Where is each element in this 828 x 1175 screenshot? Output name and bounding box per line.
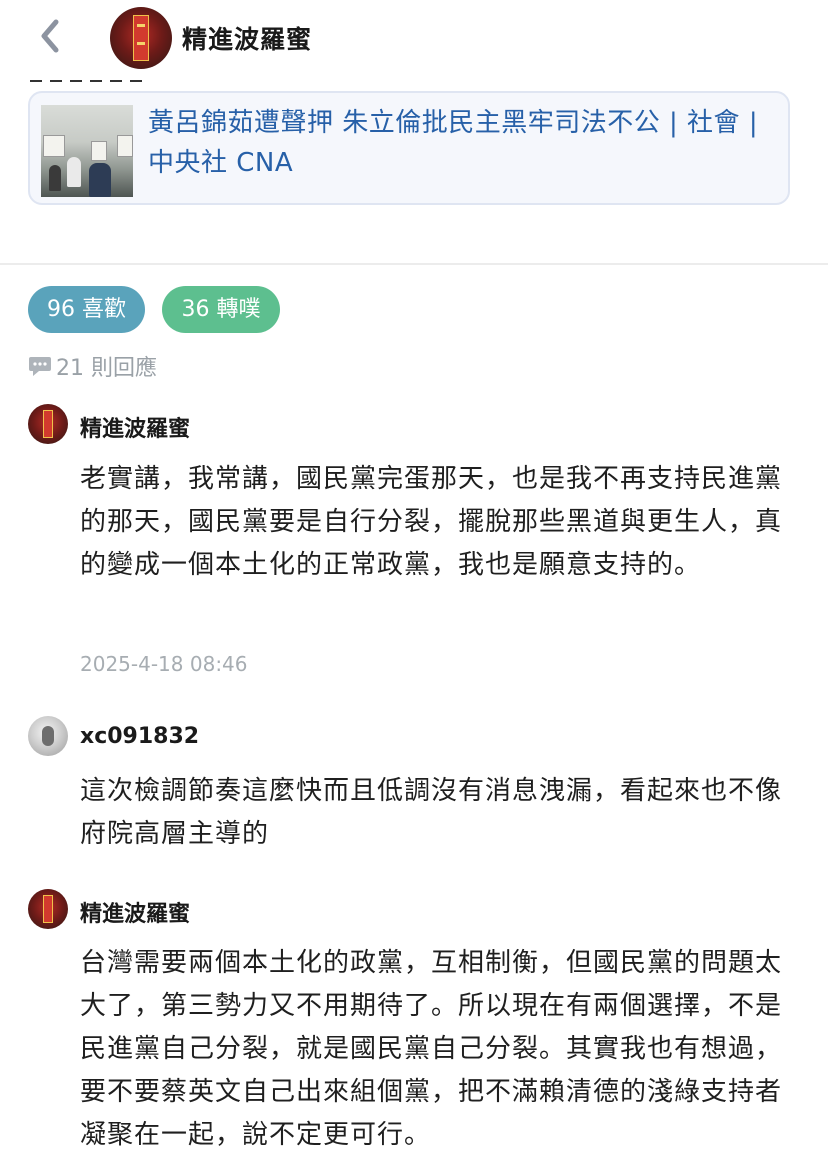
response-count[interactable]: 21 則回應: [28, 350, 157, 382]
speech-bubble-icon: [29, 357, 51, 376]
truncated-text-line: [30, 74, 160, 82]
comment-avatar[interactable]: [28, 716, 68, 756]
likes-button[interactable]: 96 喜歡: [28, 286, 145, 333]
chevron-left-icon: [41, 19, 59, 53]
response-count-label: 21 則回應: [56, 356, 157, 381]
replurks-button[interactable]: 36 轉噗: [162, 286, 280, 333]
link-preview-card[interactable]: 黃呂錦茹遭聲押 朱立倫批民主黑牢司法不公 | 社會 | 中央社 CNA: [28, 91, 790, 205]
avatar[interactable]: [110, 7, 172, 69]
comment-username[interactable]: xc091832: [80, 724, 199, 749]
comment-timestamp: 2025-4-18 08:46: [80, 652, 248, 676]
comment-text: 老實講，我常講，國民黨完蛋那天，也是我不再支持民進黨的那天，國民黨要是自行分裂，…: [80, 464, 783, 580]
top-bar: 精進波羅蜜: [0, 0, 828, 76]
comment-text: 台灣需要兩個本土化的政黨，互相制衡，但國民黨的問題太大了，第三勢力又不用期待了。…: [80, 948, 783, 1150]
divider: [0, 263, 828, 265]
comment-username[interactable]: 精進波羅蜜: [80, 896, 190, 928]
page-title: 精進波羅蜜: [182, 25, 313, 54]
comment-text: 這次檢調節奏這麼快而且低調沒有消息洩漏，看起來也不像府院高層主導的: [80, 776, 783, 849]
link-preview-image: [41, 105, 133, 197]
back-button[interactable]: [34, 12, 74, 60]
comment-avatar[interactable]: [28, 889, 68, 929]
link-preview-title[interactable]: 黃呂錦茹遭聲押 朱立倫批民主黑牢司法不公 | 社會 | 中央社 CNA: [148, 103, 778, 183]
comment-avatar[interactable]: [28, 404, 68, 444]
comment-username[interactable]: 精進波羅蜜: [80, 411, 190, 443]
